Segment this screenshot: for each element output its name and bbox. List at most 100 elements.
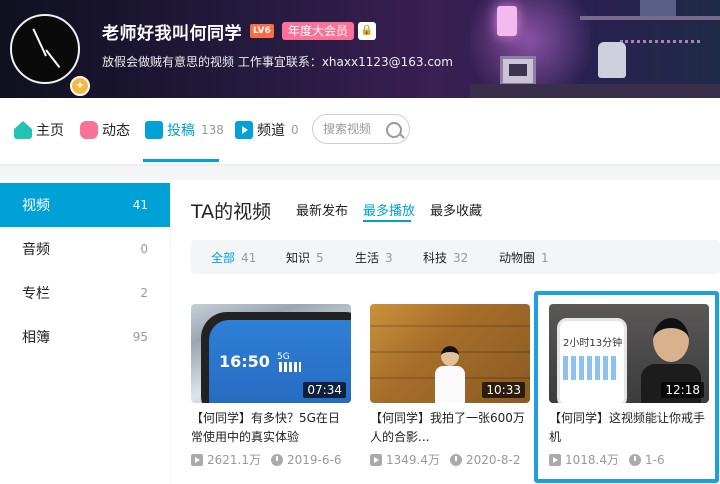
banner-decor-dots [620,40,700,43]
thumbnail-text: 2小时13分钟 [563,338,623,349]
avatar[interactable]: ✦ [10,14,90,96]
sidebar-item-count: 2 [140,286,148,300]
thumbnail-person [653,318,689,362]
dynamic-icon [80,121,98,139]
tab-home[interactable]: 主页 [14,120,64,140]
profile-nav: 主页 动态 投稿 138 频道 0 搜索视频 [0,98,720,164]
upload-date: 1-6 [645,452,665,467]
user-bio: 放假会做贼有意思的视频 工作事宜联系：xhaxx1123@163.com [102,55,453,69]
tab-label: 投稿 [167,123,195,139]
sidebar-item-label: 相簿 [22,330,50,346]
video-thumbnail[interactable]: 10:33 [370,304,530,403]
banner-floor [470,84,720,98]
video-thumbnail[interactable]: 16:50 5G 07:34 [191,304,351,403]
play-count: 1349.4万 [386,453,440,467]
sidebar-item-count: 41 [132,198,148,212]
person-head [441,346,459,366]
video-duration: 07:34 [303,382,346,398]
tab-uploads[interactable]: 投稿 138 [145,120,224,140]
video-meta: 1018.4万 1-6 [549,451,709,468]
active-tab-indicator [143,159,219,162]
sidebar-item-article[interactable]: 专栏 2 [0,271,170,315]
filter-label: 科技 [423,251,448,265]
channel-icon [235,121,253,139]
sort-most-played[interactable]: 最多播放 [363,200,415,219]
active-sort-indicator [363,220,411,222]
clock-icon [450,453,462,466]
filter-all[interactable]: 全部 41 [211,249,256,266]
search-icon[interactable] [386,122,402,138]
video-meta: 1349.4万 2020-8-2 [370,451,530,468]
content-type-sidebar: 视频 41 音频 0 专栏 2 相簿 95 [0,180,170,484]
filter-tech[interactable]: 科技 32 [423,249,468,266]
banner-cat [598,42,626,78]
tab-count: 138 [201,123,224,137]
tab-label: 主页 [36,123,64,139]
clock-icon [271,453,283,466]
video-card[interactable]: 2小时13分钟 12:18 【何同学】这视频能让你戒手机 1018.4万 1-6 [549,304,709,468]
play-count: 2621.1万 [207,453,261,467]
category-filter-bar: 全部 41 知识 5 生活 3 科技 32 动物圈 1 [191,240,720,274]
video-list-panel: TA的视频 最新发布 最多播放 最多收藏 全部 41 知识 5 生活 3 科技 32 动… [171,180,720,484]
gender-icon: 🔒 [358,22,376,40]
video-title[interactable]: 【何同学】我拍了一张600万人的合影... [370,409,530,447]
thumbnail-text: 16:50 [219,352,270,371]
thumbnail-person [432,346,468,403]
filter-label: 知识 [286,251,311,265]
banner-monitor [500,56,536,86]
section-title: TA的视频 [191,201,272,223]
upload-date: 2020-8-2 [466,452,521,467]
profile-banner: ✦ 老师好我叫何同学 LV6 年度大会员 🔒 放假会做贼有意思的视频 工作事宜联… [0,0,720,98]
sidebar-item-label: 专栏 [22,286,50,302]
play-count-icon [370,453,382,466]
video-title[interactable]: 【何同学】这视频能让你戒手机 [549,409,709,447]
vip-tag[interactable]: 年度大会员 [282,22,355,40]
filter-label: 全部 [211,251,236,265]
video-duration: 10:33 [482,382,525,398]
video-meta: 2621.1万 2019-6-6 [191,451,351,468]
sidebar-item-count: 95 [132,330,148,344]
sort-most-favorited[interactable]: 最多收藏 [430,200,482,219]
play-count-icon [549,453,561,466]
play-count: 1018.4万 [565,453,619,467]
filter-life[interactable]: 生活 3 [355,249,393,266]
sidebar-item-video[interactable]: 视频 41 [0,183,170,227]
clock-hand [45,49,61,68]
username: 老师好我叫何同学 [102,24,242,44]
play-count-icon [191,453,203,466]
video-card[interactable]: 16:50 5G 07:34 【何同学】有多快？5G在日常使用中的真实体验 26… [191,304,351,468]
tab-count: 0 [291,123,299,137]
thumbnail-text: 5G [277,352,290,362]
banner-decor [640,0,676,16]
filter-count: 5 [316,251,324,265]
tab-label: 频道 [257,123,285,139]
clock-hand [32,28,47,57]
tab-channel[interactable]: 频道 0 [235,120,299,140]
home-icon [14,121,32,139]
filter-animals[interactable]: 动物圈 1 [499,249,549,266]
video-card[interactable]: 10:33 【何同学】我拍了一张600万人的合影... 1349.4万 2020… [370,304,530,468]
upload-icon [145,121,163,139]
tab-label: 动态 [102,123,130,139]
filter-count: 32 [453,251,469,265]
video-thumbnail[interactable]: 2小时13分钟 12:18 [549,304,709,403]
video-title[interactable]: 【何同学】有多快？5G在日常使用中的真实体验 [191,409,351,447]
banner-shelf [580,16,720,20]
tab-dynamic[interactable]: 动态 [80,120,130,140]
upload-date: 2019-6-6 [287,452,342,467]
clock-icon [629,453,641,466]
sidebar-item-label: 音频 [22,242,50,258]
vip-badge-icon: ✦ [70,76,90,96]
filter-count: 1 [541,251,549,265]
level-badge: LV6 [250,24,274,38]
sidebar-item-album[interactable]: 相簿 95 [0,315,170,359]
filter-knowledge[interactable]: 知识 5 [286,249,324,266]
signal-bars-icon [279,362,301,372]
sidebar-item-audio[interactable]: 音频 0 [0,227,170,271]
banner-lamp [497,6,517,36]
filter-count: 3 [385,251,393,265]
filter-label: 动物圈 [499,251,536,265]
sort-latest[interactable]: 最新发布 [296,200,348,219]
filter-count: 41 [241,251,257,265]
person-body [435,366,465,403]
